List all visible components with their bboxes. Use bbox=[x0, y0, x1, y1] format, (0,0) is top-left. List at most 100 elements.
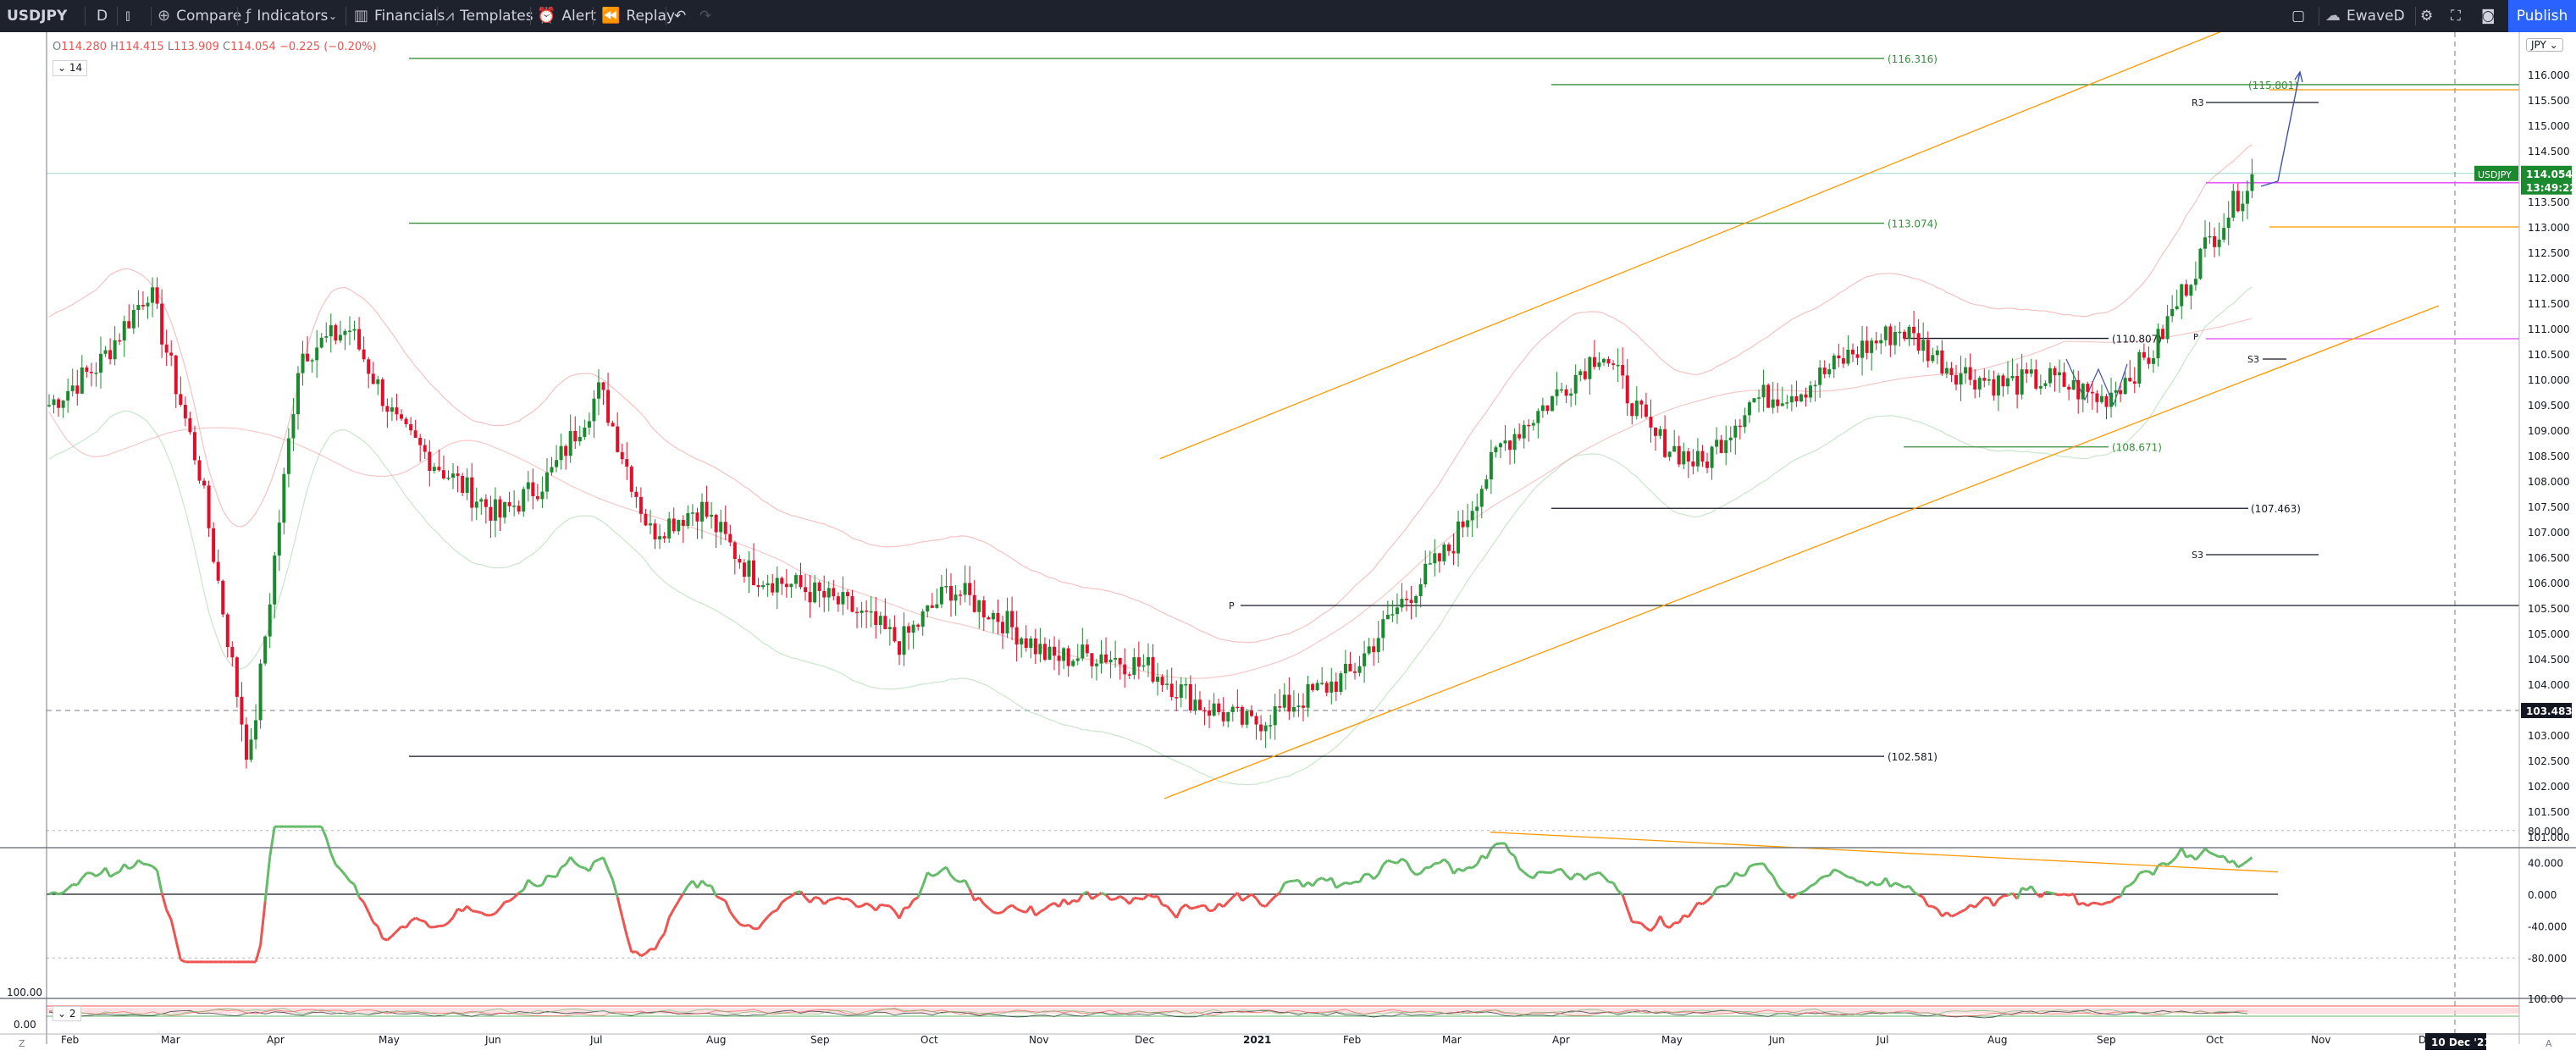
alert-button[interactable]: ⏰ Alert bbox=[537, 0, 596, 32]
price-tick-label: 115.000 bbox=[2528, 120, 2570, 132]
osc-segment bbox=[1884, 877, 1892, 887]
chart-style-button[interactable]: ⫾ bbox=[125, 0, 136, 32]
osc-segment bbox=[1086, 891, 1093, 900]
candle-body bbox=[1874, 340, 1878, 344]
osc-segment bbox=[1495, 842, 1501, 846]
candle-body bbox=[192, 432, 196, 461]
snapshot-button[interactable]: ◙ bbox=[2481, 0, 2496, 32]
osc-segment bbox=[1941, 911, 1948, 918]
osc-segment bbox=[2129, 880, 2136, 887]
sub-indicator-legend-toggle[interactable]: ⌄ 2 bbox=[53, 1006, 81, 1021]
candle-body bbox=[1428, 563, 1432, 565]
osc-segment bbox=[1034, 910, 1042, 917]
osc-segment bbox=[499, 901, 506, 909]
candle-body bbox=[207, 485, 211, 528]
osc-segment bbox=[353, 884, 361, 898]
settings-button[interactable]: ⚙ bbox=[2420, 0, 2433, 32]
candlestick-series[interactable] bbox=[47, 158, 2254, 769]
interval-button[interactable]: D bbox=[97, 0, 108, 32]
candle-body bbox=[2245, 191, 2249, 204]
candle-body bbox=[1912, 327, 1916, 334]
osc-segment bbox=[945, 866, 953, 876]
candle-body bbox=[258, 663, 263, 721]
chart-canvas[interactable]: (116.316)(115.801)(113.074)(110.807)(108… bbox=[0, 32, 2576, 1056]
osc-segment bbox=[1650, 924, 1657, 932]
osc-segment bbox=[1147, 893, 1154, 898]
indicators-button[interactable]: ƒ Indicators bbox=[246, 0, 328, 32]
publish-button[interactable]: Publish bbox=[2508, 0, 2576, 32]
chevron-down-icon[interactable]: ⌄ bbox=[2396, 0, 2405, 32]
candle-body bbox=[1057, 655, 1061, 661]
candle-body bbox=[1540, 405, 1545, 412]
alert-label: Alert bbox=[561, 8, 596, 25]
candle-body bbox=[1573, 374, 1578, 394]
osc-segment bbox=[1203, 904, 1211, 912]
osc-segment bbox=[1611, 882, 1619, 892]
financials-button[interactable]: ▥ Financials bbox=[354, 0, 445, 32]
replay-button[interactable]: ⏪ Replay bbox=[601, 0, 675, 32]
osc-segment bbox=[832, 896, 839, 900]
osc-segment bbox=[1701, 899, 1708, 905]
candle-body bbox=[2170, 308, 2175, 317]
candle-body bbox=[977, 600, 981, 612]
candle-body bbox=[1954, 374, 1959, 385]
candle-body bbox=[1822, 368, 1827, 374]
osc-segment bbox=[95, 872, 102, 878]
osc-segment bbox=[1978, 896, 1986, 904]
candle-body bbox=[1315, 683, 1319, 690]
currency-selector[interactable]: JPY ⌄ bbox=[2526, 38, 2563, 52]
layout-save-button[interactable]: ☁ EwaveD bbox=[2325, 0, 2405, 32]
candle-body bbox=[371, 373, 375, 384]
symbol-search[interactable]: USDJPY bbox=[7, 0, 67, 32]
candle-body bbox=[747, 560, 751, 577]
osc-segment bbox=[1767, 870, 1774, 877]
candle-body bbox=[1090, 653, 1094, 666]
osc-segment bbox=[1100, 892, 1107, 897]
osc-segment bbox=[663, 917, 671, 934]
templates-button[interactable]: ⩘ Templates bbox=[445, 0, 533, 32]
candle-body bbox=[771, 583, 775, 593]
osc-segment bbox=[532, 882, 539, 887]
candle-body bbox=[1522, 424, 1526, 439]
osc-segment bbox=[1843, 873, 1849, 879]
candle-body bbox=[1179, 684, 1183, 698]
indicators-label: Indicators bbox=[257, 8, 329, 25]
osc-segment bbox=[1241, 896, 1248, 902]
candle-body bbox=[61, 400, 65, 408]
candle-body bbox=[1898, 331, 1902, 334]
chevron-down-icon[interactable]: ⌄ bbox=[329, 0, 337, 32]
osc-segment bbox=[964, 879, 971, 890]
candle-body bbox=[987, 617, 991, 620]
osc-segment bbox=[982, 903, 990, 909]
candle-body bbox=[1672, 445, 1677, 452]
candle-body bbox=[742, 562, 746, 577]
osc-segment bbox=[1636, 921, 1642, 925]
osc-segment bbox=[1687, 909, 1694, 918]
osc-segment bbox=[625, 935, 633, 953]
osc-segment bbox=[885, 904, 891, 908]
countdown-tag: 13:49:22 bbox=[2526, 182, 2576, 194]
osc-segment bbox=[156, 870, 163, 893]
osc-segment bbox=[1048, 902, 1055, 907]
candle-body bbox=[738, 559, 742, 563]
candle-body bbox=[620, 451, 624, 460]
candle-body bbox=[164, 344, 169, 353]
fullscreen-button[interactable]: ⛶ bbox=[2451, 0, 2461, 32]
candle-body bbox=[1931, 355, 1935, 362]
candle-body bbox=[1193, 699, 1197, 711]
candle-body bbox=[1512, 434, 1517, 451]
compare-button[interactable]: ⊕ Compare bbox=[158, 0, 241, 32]
undo-button[interactable]: ↶ bbox=[674, 0, 686, 32]
layout-square-button[interactable]: ▢ bbox=[2291, 0, 2305, 32]
osc-segment bbox=[1284, 880, 1290, 885]
replay-label: Replay bbox=[626, 8, 675, 25]
candle-body bbox=[197, 460, 202, 481]
redo-button[interactable]: ↷ bbox=[699, 0, 711, 32]
osc-segment bbox=[700, 879, 708, 887]
drawing-objects[interactable]: (116.316)(115.801)(113.074)(110.807)(108… bbox=[409, 32, 2519, 799]
osc-segment bbox=[1786, 893, 1793, 899]
time-axis-label: Dec bbox=[1135, 1034, 1154, 1046]
indicator-legend-toggle[interactable]: ⌄ 14 bbox=[53, 60, 88, 76]
osc-segment bbox=[2106, 900, 2112, 904]
osc-segment bbox=[1772, 875, 1779, 887]
